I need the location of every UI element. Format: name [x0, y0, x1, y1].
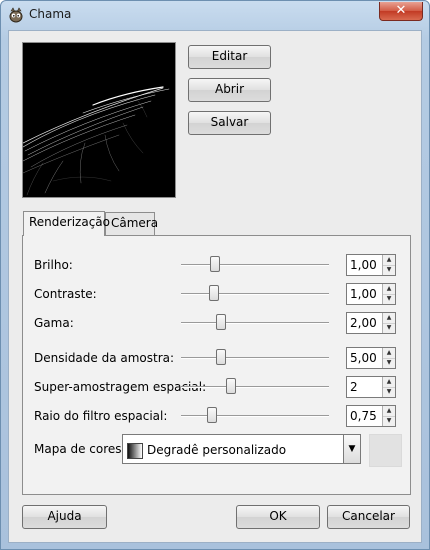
- gamma-spinbox[interactable]: 2,00 ▲ ▼: [346, 312, 396, 334]
- gradient-swatch-icon: [127, 443, 143, 459]
- spin-buttons: ▲ ▼: [382, 313, 395, 333]
- spatial-filter-radius-spinbox[interactable]: 0,75 ▲ ▼: [346, 405, 396, 427]
- spin-down-icon[interactable]: ▼: [383, 323, 395, 333]
- spin-down-icon[interactable]: ▼: [383, 294, 395, 304]
- spatial-filter-radius-slider-handle[interactable]: [207, 407, 217, 423]
- gimp-icon: [9, 7, 23, 23]
- window-title: Chama: [29, 7, 72, 21]
- spatial-oversample-spinbox[interactable]: 2 ▲ ▼: [346, 376, 396, 398]
- spatial-filter-radius-label: Raio do filtro espacial:: [34, 409, 168, 423]
- colormap-preview: [369, 434, 402, 467]
- sample-density-slider[interactable]: [181, 357, 329, 359]
- spatial-filter-radius-slider[interactable]: [181, 415, 329, 417]
- spin-buttons: ▲ ▼: [382, 377, 395, 397]
- tab-rendering[interactable]: Renderização: [23, 211, 110, 236]
- tab-camera[interactable]: Câmera: [105, 212, 158, 235]
- contrast-slider-handle[interactable]: [209, 285, 219, 301]
- spatial-oversample-slider-handle[interactable]: [226, 378, 236, 394]
- spin-down-icon[interactable]: ▼: [383, 416, 395, 426]
- spatial-filter-radius-value[interactable]: 0,75: [350, 409, 377, 423]
- sample-density-spinbox[interactable]: 5,00 ▲ ▼: [346, 347, 396, 369]
- sample-density-slider-handle[interactable]: [216, 349, 226, 365]
- brightness-slider-handle[interactable]: [210, 256, 220, 272]
- spin-buttons: ▲ ▼: [382, 284, 395, 304]
- contrast-spinbox[interactable]: 1,00 ▲ ▼: [346, 283, 396, 305]
- dialog-content: Editar Abrir Salvar Renderização Câmera …: [8, 30, 422, 543]
- brightness-value[interactable]: 1,00: [350, 258, 377, 272]
- spin-down-icon[interactable]: ▼: [383, 387, 395, 397]
- gamma-value[interactable]: 2,00: [350, 316, 377, 330]
- close-icon: ✕: [395, 3, 407, 18]
- edit-button[interactable]: Editar: [188, 45, 271, 69]
- colormap-value: Degradê personalizado: [147, 443, 287, 457]
- brightness-spinbox[interactable]: 1,00 ▲ ▼: [346, 254, 396, 276]
- contrast-label: Contraste:: [34, 287, 97, 301]
- spin-buttons: ▲ ▼: [382, 348, 395, 368]
- sample-density-value[interactable]: 5,00: [350, 351, 377, 365]
- spin-down-icon[interactable]: ▼: [383, 358, 395, 368]
- brightness-label: Brilho:: [34, 258, 73, 272]
- spin-down-icon[interactable]: ▼: [383, 265, 395, 275]
- sample-density-label: Densidade da amostra:: [34, 351, 175, 365]
- save-button[interactable]: Salvar: [188, 111, 271, 135]
- colormap-label: Mapa de cores:: [34, 442, 126, 456]
- title-bar[interactable]: Chama ✕: [1, 1, 429, 30]
- help-button[interactable]: Ajuda: [22, 505, 107, 529]
- cancel-button[interactable]: Cancelar: [327, 505, 410, 529]
- open-button[interactable]: Abrir: [188, 78, 271, 102]
- rendering-panel: Brilho: 1,00 ▲ ▼ Contraste: 1,00 ▲ ▼ Gam…: [22, 235, 411, 495]
- spatial-oversample-value[interactable]: 2: [350, 380, 358, 394]
- colormap-select[interactable]: Degradê personalizado ▼: [122, 434, 361, 464]
- flame-preview: [22, 42, 176, 198]
- spin-buttons: ▲ ▼: [382, 406, 395, 426]
- dropdown-arrow-icon[interactable]: ▼: [343, 435, 360, 463]
- contrast-slider[interactable]: [181, 293, 329, 295]
- dialog-window: Chama ✕ Editar Abrir Salvar Renderização…: [0, 0, 430, 550]
- spin-buttons: ▲ ▼: [382, 255, 395, 275]
- gamma-slider[interactable]: [181, 322, 329, 324]
- close-button[interactable]: ✕: [379, 2, 423, 21]
- contrast-value[interactable]: 1,00: [350, 287, 377, 301]
- ok-button[interactable]: OK: [236, 505, 320, 529]
- gamma-label: Gama:: [34, 316, 74, 330]
- gamma-slider-handle[interactable]: [216, 314, 226, 330]
- spatial-oversample-slider[interactable]: [181, 386, 329, 388]
- brightness-slider[interactable]: [181, 264, 329, 266]
